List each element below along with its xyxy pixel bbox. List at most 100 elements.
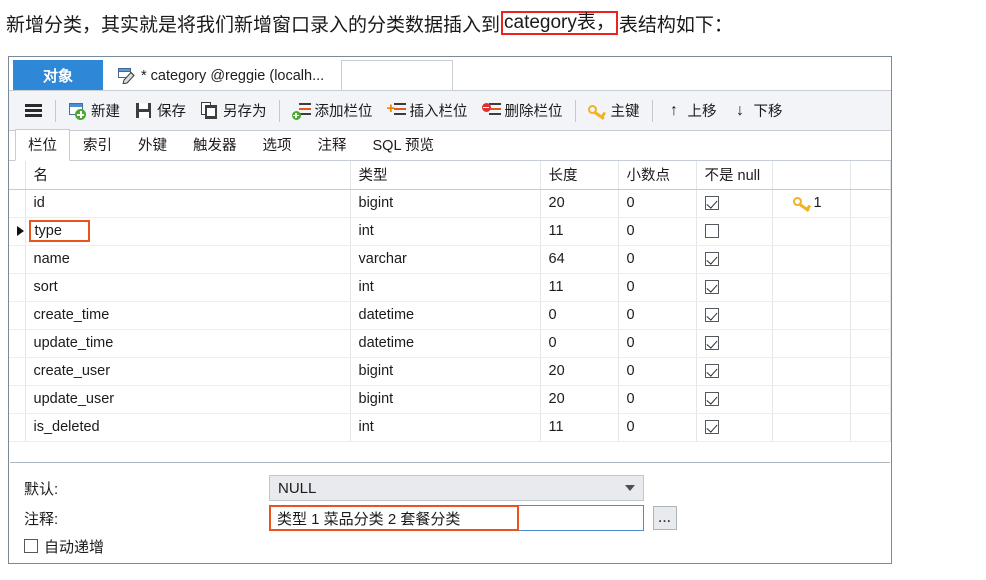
cell-field-decimals[interactable]: 0 xyxy=(618,189,697,218)
tab-category-designer[interactable]: * category @reggie (localh... xyxy=(111,60,338,90)
toolbar-add-field-button[interactable]: 添加栏位 xyxy=(285,96,380,126)
cell-field-name[interactable]: name xyxy=(25,245,351,274)
auto-increment-checkbox[interactable] xyxy=(24,539,38,553)
cell-field-decimals[interactable]: 0 xyxy=(618,357,697,386)
cell-not-null[interactable] xyxy=(696,301,773,330)
cell-field-type[interactable]: bigint xyxy=(350,357,541,386)
toolbar-insert-field-button[interactable]: + 插入栏位 xyxy=(380,96,475,126)
checkbox-checked-icon[interactable] xyxy=(704,336,719,351)
toolbar-new-button[interactable]: 新建 xyxy=(61,96,127,126)
table-row[interactable]: update_user bigint 20 0 xyxy=(9,385,891,414)
cell-not-null[interactable] xyxy=(696,357,773,386)
tab-sql-preview[interactable]: SQL 预览 xyxy=(360,129,448,161)
default-value-select[interactable]: NULL xyxy=(269,475,644,501)
cell-field-type[interactable]: bigint xyxy=(350,385,541,414)
cell-field-decimals[interactable]: 0 xyxy=(618,329,697,358)
cell-field-length[interactable]: 0 xyxy=(540,301,619,330)
cell-field-type[interactable]: varchar xyxy=(350,245,541,274)
cell-primary-key[interactable] xyxy=(772,385,851,414)
header-length[interactable]: 长度 xyxy=(540,161,619,190)
cell-field-length[interactable]: 11 xyxy=(540,413,619,442)
cell-not-null[interactable] xyxy=(696,413,773,442)
cell-field-length[interactable]: 20 xyxy=(540,189,619,218)
cell-field-name[interactable]: update_user xyxy=(25,385,351,414)
cell-field-name[interactable]: update_time xyxy=(25,329,351,358)
cell-field-decimals[interactable]: 0 xyxy=(618,245,697,274)
toolbar-move-up-button[interactable]: ↑ 上移 xyxy=(658,96,724,126)
auto-increment-row[interactable]: 自动递增 xyxy=(24,533,890,559)
cell-field-decimals[interactable]: 0 xyxy=(618,273,697,302)
row-marker[interactable] xyxy=(9,245,26,274)
cell-primary-key[interactable] xyxy=(772,329,851,358)
cell-field-type[interactable]: int xyxy=(350,413,541,442)
cell-not-null[interactable] xyxy=(696,385,773,414)
toolbar-save-as-button[interactable]: 另存为 xyxy=(193,96,274,126)
cell-primary-key[interactable] xyxy=(772,357,851,386)
toolbar-delete-field-button[interactable]: 删除栏位 xyxy=(475,96,570,126)
cell-field-length[interactable]: 11 xyxy=(540,273,619,302)
cell-field-type[interactable]: datetime xyxy=(350,329,541,358)
checkbox-unchecked-icon[interactable] xyxy=(704,224,719,239)
cell-field-name[interactable]: is_deleted xyxy=(25,413,351,442)
table-row[interactable]: create_time datetime 0 0 xyxy=(9,301,891,330)
cell-not-null[interactable] xyxy=(696,273,773,302)
cell-primary-key[interactable] xyxy=(772,273,851,302)
cell-not-null[interactable] xyxy=(696,189,773,218)
cell-field-length[interactable]: 11 xyxy=(540,217,619,246)
cell-not-null[interactable] xyxy=(696,329,773,358)
cell-field-name[interactable]: create_user xyxy=(25,357,351,386)
row-marker[interactable] xyxy=(9,217,26,246)
table-row[interactable]: sort int 11 0 xyxy=(9,273,891,302)
cell-primary-key[interactable]: 1 xyxy=(772,189,851,218)
cell-field-decimals[interactable]: 0 xyxy=(618,217,697,246)
table-row[interactable]: create_user bigint 20 0 xyxy=(9,357,891,386)
table-row[interactable]: name varchar 64 0 xyxy=(9,245,891,274)
toolbar-menu-button[interactable] xyxy=(17,96,50,126)
toolbar-save-button[interactable]: 保存 xyxy=(127,96,193,126)
checkbox-checked-icon[interactable] xyxy=(704,196,719,211)
cell-field-name[interactable]: sort xyxy=(25,273,351,302)
cell-field-decimals[interactable]: 0 xyxy=(618,385,697,414)
row-marker[interactable] xyxy=(9,329,26,358)
tab-options[interactable]: 选项 xyxy=(250,129,305,161)
cell-field-type[interactable]: int xyxy=(350,273,541,302)
cell-not-null[interactable] xyxy=(696,217,773,246)
header-type[interactable]: 类型 xyxy=(350,161,541,190)
checkbox-checked-icon[interactable] xyxy=(704,252,719,267)
table-row[interactable]: is_deleted int 11 0 xyxy=(9,413,891,442)
cell-primary-key[interactable] xyxy=(772,413,851,442)
tab-triggers[interactable]: 触发器 xyxy=(180,129,250,161)
cell-not-null[interactable] xyxy=(696,245,773,274)
cell-field-length[interactable]: 0 xyxy=(540,329,619,358)
table-row[interactable]: type int 11 0 xyxy=(9,217,891,246)
checkbox-checked-icon[interactable] xyxy=(704,420,719,435)
row-marker[interactable] xyxy=(9,301,26,330)
table-row[interactable]: id bigint 20 0 1 xyxy=(9,189,891,218)
header-not-null[interactable]: 不是 null xyxy=(696,161,773,190)
row-marker[interactable] xyxy=(9,385,26,414)
cell-field-name[interactable]: id xyxy=(25,189,351,218)
header-decimals[interactable]: 小数点 xyxy=(618,161,697,190)
table-row[interactable]: update_time datetime 0 0 xyxy=(9,329,891,358)
cell-field-length[interactable]: 20 xyxy=(540,357,619,386)
cell-field-type[interactable]: datetime xyxy=(350,301,541,330)
tab-objects[interactable]: 对象 xyxy=(13,60,103,90)
header-key[interactable] xyxy=(772,161,851,190)
cell-field-length[interactable]: 64 xyxy=(540,245,619,274)
row-marker[interactable] xyxy=(9,413,26,442)
toolbar-move-down-button[interactable]: ↓ 下移 xyxy=(724,96,790,126)
cell-field-decimals[interactable]: 0 xyxy=(618,413,697,442)
header-name[interactable]: 名 xyxy=(25,161,351,190)
cell-field-type[interactable]: bigint xyxy=(350,189,541,218)
cell-primary-key[interactable] xyxy=(772,245,851,274)
cell-field-name[interactable]: type xyxy=(25,217,351,246)
tab-fields[interactable]: 栏位 xyxy=(15,129,70,161)
checkbox-checked-icon[interactable] xyxy=(704,392,719,407)
tab-comment[interactable]: 注释 xyxy=(305,129,360,161)
cell-field-name[interactable]: create_time xyxy=(25,301,351,330)
row-marker[interactable] xyxy=(9,357,26,386)
tab-foreign-keys[interactable]: 外键 xyxy=(125,129,180,161)
row-marker[interactable] xyxy=(9,273,26,302)
comment-browse-button[interactable]: ... xyxy=(653,506,677,530)
tab-indexes[interactable]: 索引 xyxy=(70,129,125,161)
